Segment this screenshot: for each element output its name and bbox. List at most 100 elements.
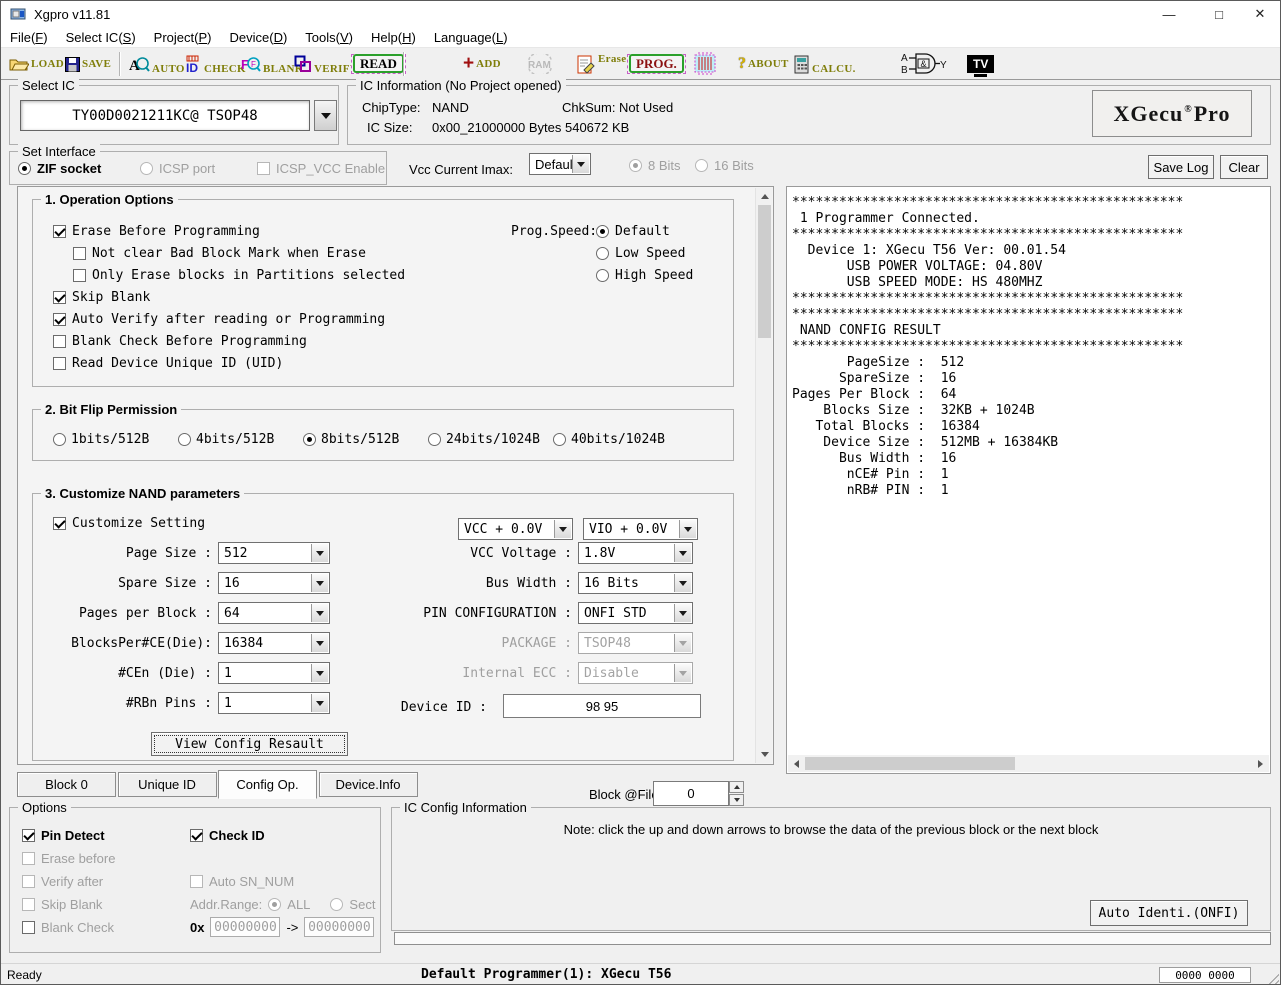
radio-40bits-1024b[interactable]: 40bits/1024B xyxy=(553,432,678,447)
menu-item-language[interactable]: Language(L) xyxy=(425,30,517,45)
dropdown-arrow[interactable] xyxy=(311,664,328,682)
verify-button[interactable]: VERIFY xyxy=(294,48,358,80)
resize-grip[interactable] xyxy=(1265,971,1279,985)
vcc-imax-combo[interactable]: Default xyxy=(529,153,591,175)
chip-test-button[interactable] xyxy=(691,48,719,80)
block-at-file-field[interactable]: 0 xyxy=(653,781,729,806)
pin-detect-checkbox[interactable]: Pin Detect xyxy=(22,828,105,843)
dropdown-arrow[interactable] xyxy=(311,574,328,592)
checkbox-erase-before-programming[interactable]: Erase Before Programming xyxy=(53,220,405,242)
spin-up-button[interactable] xyxy=(729,781,744,793)
zif-socket-radio[interactable]: ZIF socket xyxy=(18,161,101,176)
check-button[interactable]: ID CHECK xyxy=(184,48,246,80)
spin-down-button[interactable] xyxy=(729,794,744,806)
tab-device-info[interactable]: Device.Info xyxy=(319,772,418,797)
dropdown-arrow[interactable] xyxy=(311,694,328,712)
close-button[interactable]: ✕ xyxy=(1238,1,1281,27)
blank-check-row: Blank Check xyxy=(22,920,114,935)
radio-low-speed[interactable]: Low Speed xyxy=(596,242,693,264)
param-row-cen-die: #CEn (Die) :1 xyxy=(33,658,330,688)
addr-fields-row: 0x 00000000 -> 00000000 xyxy=(190,917,374,937)
maximize-button[interactable]: □ xyxy=(1197,1,1241,27)
hex-prefix-label: 0x xyxy=(190,920,204,935)
read-button[interactable]: READ xyxy=(351,48,406,80)
checkbox-not-clear-bad-block-mark-when-erase[interactable]: Not clear Bad Block Mark when Erase xyxy=(73,242,405,264)
radio-4bits-512b[interactable]: 4bits/512B xyxy=(178,432,303,447)
combo-pin-configuration[interactable]: ONFI STD xyxy=(578,602,693,624)
scrollbar-thumb[interactable] xyxy=(805,757,1015,770)
combo-blocksper-ce-die[interactable]: 16384 xyxy=(218,632,330,654)
tab-config-op[interactable]: Config Op. xyxy=(218,770,317,799)
checkbox-read-device-unique-id-uid[interactable]: Read Device Unique ID (UID) xyxy=(53,352,405,374)
prog-button[interactable]: PROG. xyxy=(627,48,686,80)
scroll-right-arrow[interactable] xyxy=(1252,755,1269,772)
clear-button[interactable]: Clear xyxy=(1220,155,1268,179)
menu-item-file[interactable]: File(F) xyxy=(1,30,57,45)
checkbox-skip-blank[interactable]: Skip Blank xyxy=(53,286,405,308)
about-button[interactable]: ? ABOUT xyxy=(738,48,789,80)
dropdown-arrow[interactable] xyxy=(679,520,696,538)
add-button[interactable]: + ADD xyxy=(463,48,501,80)
combo-bus-width[interactable]: 16 Bits xyxy=(578,572,693,594)
dropdown-arrow[interactable] xyxy=(674,574,691,592)
dropdown-arrow[interactable] xyxy=(311,604,328,622)
combo-rbn-pins[interactable]: 1 xyxy=(218,692,330,714)
vertical-scrollbar[interactable] xyxy=(755,188,772,763)
checkbox-blank-check-before-programming[interactable]: Blank Check Before Programming xyxy=(53,330,405,352)
horizontal-scrollbar[interactable] xyxy=(788,755,1269,772)
dropdown-arrow[interactable] xyxy=(311,634,328,652)
view-config-result-button[interactable]: View Config Resault xyxy=(151,732,348,756)
device-id-field[interactable]: 98 95 xyxy=(503,694,701,718)
checkbox-auto-verify-after-reading-or-programming[interactable]: Auto Verify after reading or Programming xyxy=(53,308,405,330)
combo-page-size[interactable]: 512 xyxy=(218,542,330,564)
tab-unique-id[interactable]: Unique ID xyxy=(118,772,217,797)
calcu-button[interactable]: CALCU. xyxy=(794,48,856,80)
radio-24bits-1024b[interactable]: 24bits/1024B xyxy=(428,432,553,447)
status-counter: 0000 0000 xyxy=(1159,967,1251,983)
menu-item-device[interactable]: Device(D) xyxy=(220,30,296,45)
combo-vcc-voltage[interactable]: 1.8V xyxy=(578,542,693,564)
dropdown-arrow[interactable] xyxy=(572,155,589,173)
ic-size-value: 0x00_21000000 Bytes 540672 KB xyxy=(432,120,629,135)
save-button[interactable]: SAVE xyxy=(65,48,111,80)
scroll-left-arrow[interactable] xyxy=(788,755,805,772)
dropdown-arrow[interactable] xyxy=(674,604,691,622)
radio-1bits-512b[interactable]: 1bits/512B xyxy=(53,432,178,447)
menu-item-select-ic[interactable]: Select IC(S) xyxy=(57,30,145,45)
radio-8bits-512b[interactable]: 8bits/512B xyxy=(303,432,428,447)
dropdown-arrow xyxy=(674,634,691,652)
logic-gate-button[interactable]: AB&Y xyxy=(901,48,947,80)
tab-block-0[interactable]: Block 0 xyxy=(17,772,116,797)
load-button[interactable]: LOAD xyxy=(9,48,64,80)
check-id-checkbox[interactable]: Check ID xyxy=(190,828,265,843)
dropdown-arrow[interactable] xyxy=(311,544,328,562)
auto-button[interactable]: A AUTO xyxy=(129,48,185,80)
radio-default[interactable]: Default xyxy=(596,220,693,242)
vcc-offset-combo[interactable]: VCC + 0.0V xyxy=(458,518,573,540)
erase-button[interactable]: Erase xyxy=(577,48,626,80)
customize-setting-checkbox[interactable]: Customize Setting xyxy=(53,516,205,531)
scroll-up-arrow[interactable] xyxy=(756,188,773,205)
group-title: IC Config Information xyxy=(400,800,531,815)
save-log-button[interactable]: Save Log xyxy=(1148,155,1214,179)
dropdown-arrow[interactable] xyxy=(554,520,571,538)
menu-item-project[interactable]: Project(P) xyxy=(145,30,221,45)
vio-offset-combo[interactable]: VIO + 0.0V xyxy=(583,518,698,540)
menu-item-help[interactable]: Help(H) xyxy=(362,30,425,45)
minimize-button[interactable]: — xyxy=(1147,1,1191,27)
combo-pages-per-block[interactable]: 64 xyxy=(218,602,330,624)
selected-ic-value[interactable]: TY00D0021211KC@ TSOP48 xyxy=(20,100,310,131)
combo-cen-die[interactable]: 1 xyxy=(218,662,330,684)
dropdown-arrow[interactable] xyxy=(674,544,691,562)
select-ic-dropdown-button[interactable] xyxy=(314,100,337,131)
tv-button[interactable]: TV xyxy=(967,48,994,80)
combo-spare-size[interactable]: 16 xyxy=(218,572,330,594)
param-row-internal-ecc: Internal ECC :Disable xyxy=(398,658,693,688)
menu-item-tools[interactable]: Tools(V) xyxy=(296,30,362,45)
addr-sect-radio xyxy=(330,898,343,911)
scroll-down-arrow[interactable] xyxy=(756,746,773,763)
auto-identify-onfi-button[interactable]: Auto Identi.(ONFI) xyxy=(1090,900,1248,926)
scrollbar-thumb[interactable] xyxy=(758,205,771,338)
radio-high-speed[interactable]: High Speed xyxy=(596,264,693,286)
checkbox-only-erase-blocks-in-partitions-selected[interactable]: Only Erase blocks in Partitions selected xyxy=(73,264,405,286)
